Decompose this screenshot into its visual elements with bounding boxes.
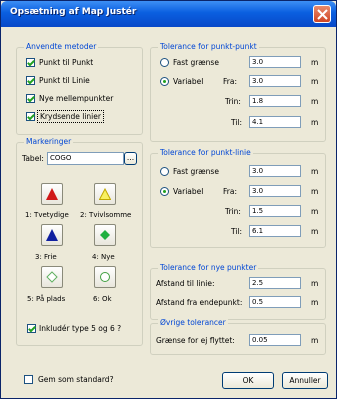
marker-type-6-button[interactable] (94, 266, 116, 288)
point-point-to-input[interactable]: 4.1 (249, 116, 301, 128)
marker-type-5-button[interactable] (41, 266, 63, 288)
point-line-from-input[interactable]: 3.0 (249, 185, 301, 197)
distance-from-endpoint-unit: m (311, 298, 319, 307)
table-browse-button[interactable]: ... (124, 152, 137, 165)
point-line-group: Tolerance for punkt-linie Fast grænse 3.… (150, 148, 326, 248)
close-button[interactable] (313, 5, 331, 23)
diamond-outline-icon (46, 271, 58, 283)
point-point-from-label: Fra: (223, 77, 237, 86)
point-point-to-unit: m (311, 118, 319, 127)
other-tolerances-group: Øvrige tolerancer Grænse for ej flyttet:… (150, 318, 326, 355)
new-points-group: Tolerance for nye punkter Afstand til li… (150, 263, 326, 320)
point-line-to-label: Til: (231, 227, 243, 236)
blue-triangle-icon (46, 229, 58, 241)
markers-group: Markeringer Tabel: COGO ... 1: Tvetydige… (16, 137, 143, 346)
point-point-variable-label: Variabel (173, 77, 204, 86)
marker-type-2-button[interactable] (94, 183, 116, 205)
point-line-step-input[interactable]: 1.5 (249, 205, 301, 217)
marker-type-4-button[interactable] (94, 224, 116, 246)
distance-to-line-unit: m (311, 279, 319, 288)
point-line-fixed-radio[interactable] (160, 167, 169, 176)
point-line-to-input[interactable]: 6.1 (249, 225, 301, 237)
marker-type-5-caption: 5: På plads (27, 295, 66, 303)
distance-from-endpoint-label: Afstand fra endepunkt: (156, 298, 243, 307)
distance-to-line-label: Afstand til linie: (156, 279, 215, 288)
table-input[interactable]: COGO (47, 152, 124, 165)
point-point-step-input[interactable]: 1.8 (249, 95, 301, 107)
distance-to-line-input[interactable]: 2.5 (249, 277, 301, 289)
window-title: Opsætning af Map Justér (10, 7, 137, 17)
markers-group-label: Markeringer (24, 137, 74, 146)
new-points-group-label: Tolerance for nye punkter (158, 263, 259, 272)
not-moved-limit-label: Grænse for ej flyttet: (156, 336, 235, 345)
yellow-triangle-icon (99, 188, 111, 200)
point-line-step-unit: m (311, 207, 319, 216)
point-line-from-label: Fra: (223, 187, 237, 196)
marker-type-2-caption: 2: Tvivlsomme (80, 211, 132, 219)
method-new-points-checkbox[interactable] (26, 94, 35, 103)
marker-type-1-button[interactable] (41, 183, 63, 205)
point-point-variable-radio[interactable] (160, 77, 169, 86)
point-point-to-label: Til: (231, 118, 243, 127)
method-point-to-point-checkbox[interactable] (26, 58, 35, 67)
close-icon (317, 9, 328, 20)
marker-type-3-caption: 3: Frie (35, 253, 57, 261)
point-point-fixed-label: Fast grænse (173, 58, 219, 67)
table-label: Tabel: (22, 154, 44, 163)
point-line-variable-label: Variabel (173, 187, 204, 196)
green-diamond-icon (100, 230, 110, 240)
point-line-group-label: Tolerance for punkt-linie (158, 148, 253, 157)
point-line-to-unit: m (311, 227, 319, 236)
other-tolerances-group-label: Øvrige tolerancer (158, 318, 228, 327)
method-crossing-lines-checkbox[interactable] (26, 112, 35, 121)
point-point-from-unit: m (311, 77, 319, 86)
settings-dialog: Opsætning af Map Justér Anvendte metoder… (0, 0, 337, 399)
point-line-variable-radio[interactable] (160, 187, 169, 196)
save-default-checkbox[interactable] (24, 375, 33, 384)
method-crossing-lines-label: Krydsende linier (37, 110, 104, 123)
methods-group-label: Anvendte metoder (24, 42, 99, 51)
red-triangle-icon (46, 188, 58, 200)
marker-type-4-caption: 4: Nye (92, 253, 115, 261)
distance-from-endpoint-input[interactable]: 0.5 (249, 296, 301, 308)
point-point-step-unit: m (311, 97, 319, 106)
point-point-fixed-unit: m (311, 58, 319, 67)
method-point-to-point-label: Punkt til Punkt (39, 58, 94, 67)
point-point-fixed-radio[interactable] (160, 58, 169, 67)
point-line-fixed-input[interactable]: 3.0 (249, 165, 301, 177)
not-moved-limit-input[interactable]: 0.05 (249, 334, 301, 346)
include-types-label: Inkludér type 5 og 6 ? (39, 324, 122, 333)
point-point-group-label: Tolerance for punkt-punkt (158, 42, 259, 51)
title-bar[interactable]: Opsætning af Map Justér (1, 1, 336, 27)
marker-type-1-caption: 1: Tvetydige (25, 211, 69, 219)
point-line-step-label: Trin: (225, 207, 241, 216)
point-point-step-label: Trin: (225, 97, 241, 106)
not-moved-limit-unit: m (311, 336, 319, 345)
method-new-points-label: Nye mellempunkter (39, 94, 114, 103)
marker-type-3-button[interactable] (41, 224, 63, 246)
point-point-from-input[interactable]: 3.0 (249, 75, 301, 87)
point-line-fixed-unit: m (311, 167, 319, 176)
method-point-to-line-label: Punkt til Linie (39, 76, 90, 85)
save-default-label: Gem som standard? (38, 375, 114, 384)
circle-outline-icon (100, 272, 110, 282)
methods-group: Anvendte metoder Punkt til Punkt Punkt t… (16, 42, 143, 135)
method-point-to-line-checkbox[interactable] (26, 76, 35, 85)
marker-type-6-caption: 6: Ok (93, 295, 112, 303)
point-point-fixed-input[interactable]: 3.0 (249, 56, 301, 68)
point-line-from-unit: m (311, 187, 319, 196)
point-line-fixed-label: Fast grænse (173, 167, 219, 176)
ok-button[interactable]: OK (222, 372, 274, 389)
point-point-group: Tolerance for punkt-punkt Fast grænse 3.… (150, 42, 326, 142)
cancel-button[interactable]: Annuller (282, 372, 328, 389)
include-types-checkbox[interactable] (27, 324, 36, 333)
